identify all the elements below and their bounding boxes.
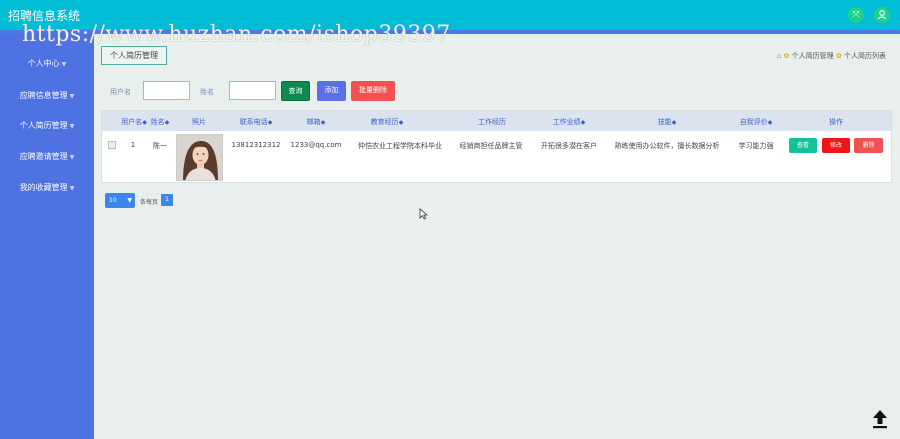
delete-button[interactable]: 删除 [854, 138, 883, 153]
batch-delete-button[interactable]: 批量删除 [351, 81, 395, 101]
sidebar-item-invitations[interactable]: 应聘邀请管理 ▼ [0, 151, 94, 162]
page-size-select[interactable]: 10 ▼ [105, 193, 135, 208]
cell-skills: 熟练使用办公软件，擅长数据分析 [614, 142, 720, 150]
row-checkbox[interactable] [108, 141, 116, 149]
sort-icon: ◆ [671, 119, 677, 126]
sidebar-item-resume[interactable]: 个人简历管理 ▼ [0, 120, 94, 131]
column-header-photo: 照片 [192, 118, 206, 126]
column-header-email[interactable]: 邮箱◆ [302, 117, 330, 127]
back-to-top-icon[interactable] [871, 409, 889, 429]
chevron-down-icon: ▼ [69, 185, 75, 192]
page-number-current[interactable]: 1 [161, 194, 173, 206]
cell-work-experience: 经销商担任品牌主管 [459, 142, 523, 150]
sidebar-item-personal-center[interactable]: 个人中心 ▼ [0, 58, 94, 69]
resume-table: 用户名◆ 姓名◆ 照片 联系电话◆ 邮箱◆ 教育经历◆ 工作经历 工作业绩◆ 技… [101, 110, 892, 183]
view-button[interactable]: 查看 [789, 138, 817, 153]
mouse-cursor-icon [419, 208, 429, 220]
home-icon[interactable]: ⌂ [777, 52, 781, 60]
sort-icon: ◆ [320, 119, 326, 126]
sort-icon: ◆ [142, 119, 147, 126]
add-button[interactable]: 添加 [317, 81, 346, 101]
breadcrumb: ⌂ ✿ 个人简历管理 ✿ 个人简历列表 [777, 51, 886, 61]
breadcrumb-item: 个人简历列表 [844, 52, 886, 60]
edit-button[interactable]: 修改 [822, 138, 850, 153]
column-header-self-evaluation[interactable]: 自我评价◆ [736, 117, 776, 127]
cell-username: 1 [130, 141, 136, 149]
column-header-name[interactable]: 姓名◆ [149, 117, 171, 127]
username-input[interactable] [143, 81, 190, 100]
watermark: https://www.huzhan.com/ishop39397 [22, 22, 451, 47]
column-header-actions: 操作 [829, 118, 843, 126]
shrink-icon[interactable]: ⤧ [848, 7, 864, 23]
name-input[interactable] [229, 81, 276, 100]
sort-icon: ◆ [398, 119, 404, 126]
username-label: 用户名 [110, 88, 131, 96]
column-header-phone[interactable]: 联系电话◆ [235, 117, 277, 127]
chevron-down-icon: ▼ [69, 154, 75, 161]
sort-icon: ◆ [767, 119, 773, 126]
sort-icon: ◆ [164, 119, 170, 126]
cell-education: 仲恺农业工程学院本科毕业 [358, 142, 442, 150]
cell-email: 1233@qq.com [290, 141, 342, 149]
column-header-achievements[interactable]: 工作业绩◆ [548, 117, 590, 127]
avatar [176, 134, 223, 181]
breadcrumb-item[interactable]: 个人简历管理 [792, 52, 834, 60]
query-button[interactable]: 查询 [281, 81, 310, 101]
sidebar-item-application-info[interactable]: 应聘信息管理 ▼ [0, 90, 94, 101]
cell-achievements: 开拓很多潜在客户 [541, 142, 597, 150]
table-header: 用户名◆ 姓名◆ 照片 联系电话◆ 邮箱◆ 教育经历◆ 工作经历 工作业绩◆ 技… [102, 111, 891, 131]
user-icon[interactable] [874, 7, 890, 23]
sidebar-item-favorites[interactable]: 我的收藏管理 ▼ [0, 182, 94, 193]
per-page-label: 条每页 [140, 199, 159, 206]
star-icon: ✿ [783, 52, 790, 60]
chevron-down-icon: ▼ [127, 197, 132, 204]
sidebar: 个人中心 ▼ 应聘信息管理 ▼ 个人简历管理 ▼ 应聘邀请管理 ▼ 我的收藏管理 ▼ [0, 34, 94, 439]
chevron-down-icon: ▼ [69, 123, 75, 130]
cell-self-evaluation: 学习能力强 [738, 142, 774, 150]
column-header-work-experience: 工作经历 [478, 118, 506, 126]
sort-icon: ◆ [580, 119, 586, 126]
star-icon: ✿ [835, 52, 842, 60]
page-tab[interactable]: 个人简历管理 [101, 46, 167, 65]
sort-icon: ◆ [267, 119, 273, 126]
column-header-skills[interactable]: 技能◆ [655, 117, 679, 127]
name-label: 姓名 [200, 88, 214, 96]
chevron-down-icon: ▼ [69, 93, 75, 100]
cell-name: 陈一 [153, 142, 167, 150]
chevron-down-icon: ▼ [61, 61, 67, 68]
column-header-username[interactable]: 用户名◆ [120, 117, 148, 127]
column-header-education[interactable]: 教育经历◆ [364, 117, 410, 127]
cell-phone: 13812312312 [231, 141, 281, 149]
